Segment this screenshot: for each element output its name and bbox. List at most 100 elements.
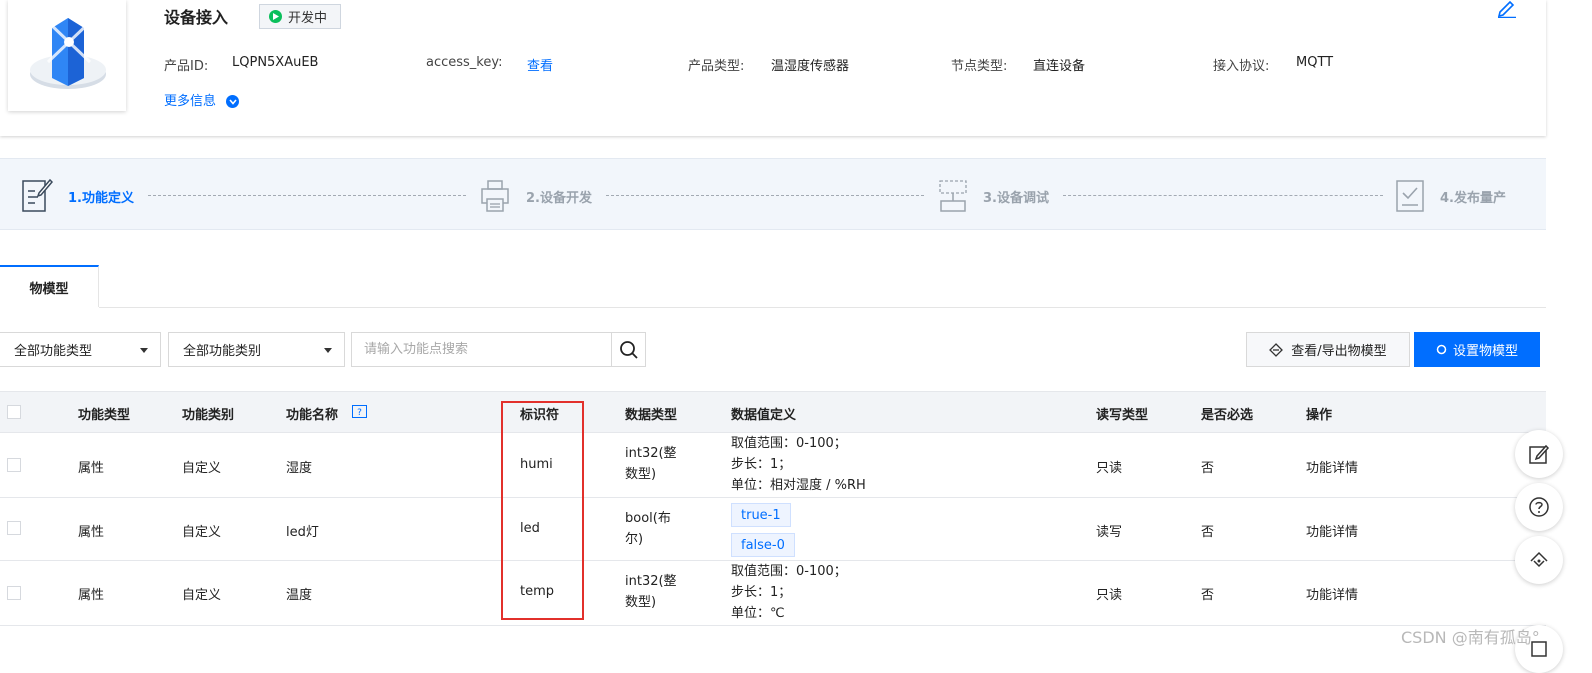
row-checkbox[interactable] xyxy=(7,521,21,535)
definition-line: 步长：1； xyxy=(731,457,792,472)
column-header: 数据类型 xyxy=(625,408,678,423)
data-type-line: int32(整 xyxy=(625,574,677,589)
product-type-value: 温湿度传感器 xyxy=(771,59,850,74)
protocol-value: MQTT xyxy=(1296,55,1334,70)
setup-model-button[interactable]: 设置物模型 xyxy=(1414,332,1540,367)
cell-data-type: bool(布 尔) xyxy=(625,508,671,550)
edit-icon[interactable] xyxy=(1496,0,1518,22)
table-header: 功能类型 功能类别 功能名称 ? 标识符 数据类型 数据值定义 读写类型 是否必… xyxy=(0,391,1546,433)
step-debug[interactable]: 3.设备调试 xyxy=(983,187,1049,206)
data-type-line: 尔) xyxy=(625,532,644,547)
cell-category: 自定义 xyxy=(182,588,222,603)
product-id-label: 产品ID: xyxy=(164,59,209,74)
clipboard-check-icon xyxy=(1394,177,1426,217)
status-text: 开发中 xyxy=(288,11,328,26)
cell-required: 否 xyxy=(1201,461,1215,476)
definition-line: 单位：℃ xyxy=(731,606,785,621)
step-publish[interactable]: 4.发布量产 xyxy=(1440,187,1506,206)
function-category-value: 全部功能类别 xyxy=(183,344,262,359)
caret-down-icon xyxy=(140,348,148,353)
column-header: 标识符 xyxy=(520,408,560,423)
more-info-link[interactable]: 更多信息 xyxy=(164,90,240,109)
search-icon xyxy=(619,340,638,359)
definition-line: 取值范围：0-100； xyxy=(731,564,847,579)
definition-line: 步长：1； xyxy=(731,585,792,600)
cell-name: led灯 xyxy=(286,525,319,540)
svg-text:?: ? xyxy=(357,408,362,418)
product-header-card: 设备接入 开发中 产品ID: LQPN5XAuEB access_key: 查看… xyxy=(0,0,1546,136)
cell-identifier: humi xyxy=(520,457,553,472)
cell-type: 属性 xyxy=(78,525,105,540)
node-type-label: 节点类型: xyxy=(951,59,1008,74)
play-icon xyxy=(269,10,282,23)
data-type-line: 数型) xyxy=(625,467,657,482)
setup-model-label: 设置物模型 xyxy=(1452,344,1518,359)
step-connector xyxy=(1063,195,1383,196)
caret-down-icon xyxy=(324,348,332,353)
cell-category: 自定义 xyxy=(182,525,222,540)
question-icon xyxy=(1529,497,1549,517)
cell-required: 否 xyxy=(1201,525,1215,540)
cell-identifier: temp xyxy=(520,584,555,599)
protocol-label: 接入协议: xyxy=(1213,59,1270,74)
cell-definition: 取值范围：0-100； 步长：1； 单位：相对湿度 / %RH xyxy=(731,433,866,496)
tab-thing-model[interactable]: 物模型 xyxy=(0,265,99,307)
help-button[interactable] xyxy=(1515,483,1563,531)
circle-icon xyxy=(1436,344,1447,355)
chevron-down-icon xyxy=(226,95,240,108)
cell-data-type: int32(整 数型) xyxy=(625,571,677,613)
row-checkbox[interactable] xyxy=(7,586,21,600)
edit-note-icon xyxy=(1529,444,1550,464)
column-header: 数据值定义 xyxy=(731,408,797,423)
help-icon[interactable]: ? xyxy=(352,405,367,423)
enum-tag: true-1 xyxy=(731,503,791,527)
table-row: 属性 自定义 湿度 humi int32(整 数型) 取值范围：0-100； 步… xyxy=(0,433,1546,498)
cell-definition: 取值范围：0-100； 步长：1； 单位：℃ xyxy=(731,561,847,624)
data-type-line: 数型) xyxy=(625,595,657,610)
product-type-label: 产品类型: xyxy=(688,59,745,74)
status-badge: 开发中 xyxy=(259,4,341,29)
step-define[interactable]: 1.功能定义 xyxy=(68,187,134,206)
node-type-value: 直连设备 xyxy=(1033,59,1086,74)
cell-name: 温度 xyxy=(286,588,313,603)
function-type-value: 全部功能类型 xyxy=(14,344,93,359)
function-detail-link[interactable]: 功能详情 xyxy=(1306,584,1358,603)
function-type-select[interactable]: 全部功能类型 xyxy=(0,332,161,367)
row-checkbox[interactable] xyxy=(7,458,21,472)
cell-category: 自定义 xyxy=(182,461,222,476)
view-export-model-button[interactable]: 查看/导出物模型 xyxy=(1246,332,1410,367)
cell-rw: 读写 xyxy=(1096,525,1123,540)
document-edit-icon xyxy=(21,177,54,217)
function-detail-link[interactable]: 功能详情 xyxy=(1306,521,1358,540)
data-type-line: int32(整 xyxy=(625,446,677,461)
cell-data-type: int32(整 数型) xyxy=(625,443,677,485)
column-header: 是否必选 xyxy=(1201,408,1254,423)
definition-line: 单位：相对湿度 / %RH xyxy=(731,478,866,493)
column-header: 功能类别 xyxy=(182,408,235,423)
cell-rw: 只读 xyxy=(1096,588,1123,603)
access-key-label: access_key: xyxy=(426,55,503,70)
table-row: 属性 自定义 led灯 led bool(布 尔) true-1 false-0… xyxy=(0,498,1546,561)
debug-device-icon xyxy=(937,179,969,219)
step-develop[interactable]: 2.设备开发 xyxy=(526,187,592,206)
column-header: 功能名称 xyxy=(286,408,339,423)
function-detail-link[interactable]: 功能详情 xyxy=(1306,457,1358,476)
headset-icon xyxy=(1530,551,1548,568)
diamond-arrow-icon xyxy=(1269,342,1284,357)
cell-name: 湿度 xyxy=(286,461,313,476)
select-all-checkbox[interactable] xyxy=(7,405,21,419)
feedback-edit-button[interactable] xyxy=(1515,430,1563,478)
table-row: 属性 自定义 温度 temp int32(整 数型) 取值范围：0-100； 步… xyxy=(0,561,1546,626)
contact-button[interactable] xyxy=(1515,536,1563,584)
function-category-select[interactable]: 全部功能类别 xyxy=(168,332,345,367)
cell-required: 否 xyxy=(1201,588,1215,603)
more-info-label: 更多信息 xyxy=(164,94,217,109)
product-id-value: LQPN5XAuEB xyxy=(232,55,319,70)
access-key-view-link[interactable]: 查看 xyxy=(527,55,553,74)
function-search-input[interactable] xyxy=(351,332,612,367)
printer-icon xyxy=(479,179,511,217)
search-button[interactable] xyxy=(611,332,646,367)
enum-tag: false-0 xyxy=(731,533,795,557)
cell-rw: 只读 xyxy=(1096,461,1123,476)
column-header: 读写类型 xyxy=(1096,408,1149,423)
